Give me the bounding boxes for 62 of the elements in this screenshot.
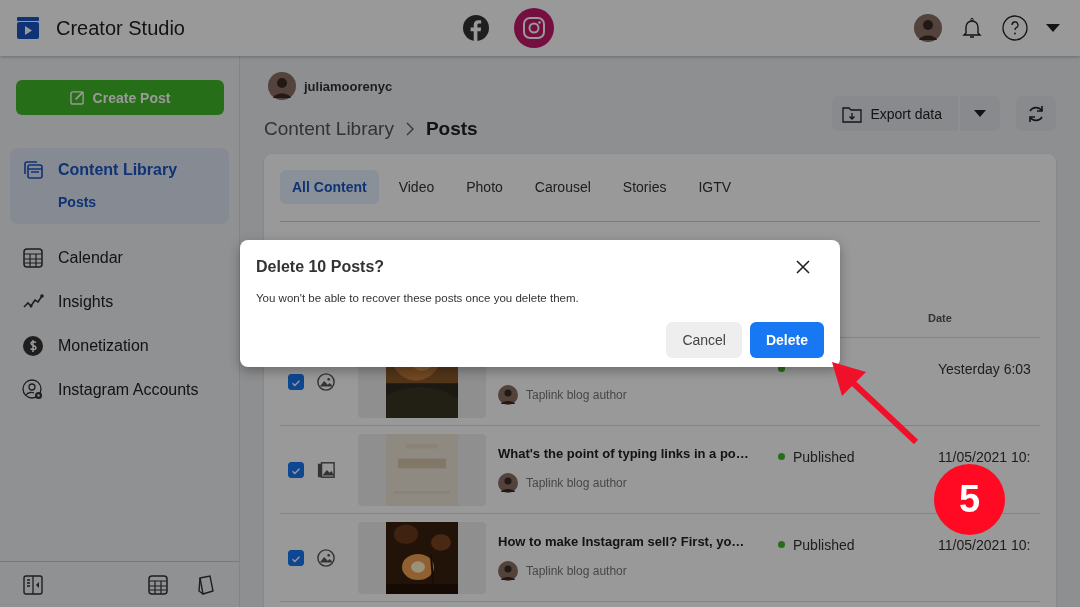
calendar-icon[interactable] xyxy=(147,573,169,596)
post-title[interactable]: How to make Instagram sell? First, yo… xyxy=(498,534,778,549)
post-title[interactable]: What's the point of typing links in a po… xyxy=(498,446,778,461)
dropdown-caret-icon[interactable] xyxy=(1046,24,1060,32)
instagram-icon[interactable] xyxy=(514,8,554,48)
refresh-button[interactable] xyxy=(1016,96,1056,131)
collapse-sidebar-icon[interactable] xyxy=(22,573,44,596)
caret-icon xyxy=(974,110,986,117)
status-dot xyxy=(778,541,785,548)
content-library-icon xyxy=(22,159,44,181)
avatar-icon xyxy=(498,473,518,493)
column-header[interactable]: Date xyxy=(928,312,952,324)
avatar-icon xyxy=(268,72,296,100)
tab[interactable]: IGTV xyxy=(686,170,744,204)
app-title: Creator Studio xyxy=(56,16,185,40)
tab[interactable]: Carousel xyxy=(522,170,603,204)
dialog-title: Delete 10 Posts? xyxy=(256,258,385,276)
nav-item[interactable]: Calendar xyxy=(10,236,229,280)
tab[interactable]: Stories xyxy=(610,170,679,204)
author-name: Taplink blog author xyxy=(526,388,627,402)
checkbox[interactable] xyxy=(288,549,304,566)
close-icon[interactable] xyxy=(796,260,810,274)
page-title: Posts xyxy=(425,118,478,140)
refresh-icon xyxy=(1026,103,1046,124)
delete-button[interactable]: Delete xyxy=(749,322,824,358)
tab[interactable]: All Content xyxy=(280,170,379,204)
author-name: Taplink blog author xyxy=(526,476,627,490)
dialog-message: You won't be able to recover these posts once you delete them. xyxy=(256,292,580,304)
export-data-button[interactable]: Export data xyxy=(832,96,958,131)
cancel-button[interactable]: Cancel xyxy=(666,322,742,358)
avatar-icon xyxy=(498,561,518,581)
user-settings-icon xyxy=(22,379,44,401)
post-date: 11/05/2021 10: xyxy=(938,536,1031,553)
status-dot xyxy=(778,453,785,460)
post-status: Published xyxy=(793,536,855,553)
folder-download-icon xyxy=(842,104,863,123)
bell-icon[interactable] xyxy=(960,16,984,40)
calendar-icon xyxy=(22,247,44,269)
nav-item[interactable]: Instagram Accounts xyxy=(10,368,229,412)
chevron-right-icon xyxy=(405,122,414,136)
avatar-icon[interactable] xyxy=(914,14,942,42)
nav-item[interactable]: Content Library xyxy=(10,148,229,192)
nav-item[interactable]: Monetization xyxy=(10,324,229,368)
account-name: juliamoorenyc xyxy=(304,78,393,94)
checkbox[interactable] xyxy=(288,373,304,390)
post-date: Yesterday 6:03 xyxy=(938,360,1031,377)
avatar-icon xyxy=(498,385,518,405)
nav-subitem[interactable]: Posts xyxy=(10,192,229,214)
breadcrumb-link[interactable]: Content Library xyxy=(264,118,394,140)
export-options-button[interactable] xyxy=(960,96,1000,131)
post-status: Published xyxy=(793,448,855,465)
edit-icon xyxy=(69,90,85,105)
tab[interactable]: Video xyxy=(386,170,447,204)
clapperboard-icon xyxy=(16,16,40,40)
dollar-icon xyxy=(22,335,44,357)
tab[interactable]: Photo xyxy=(454,170,515,204)
checkbox[interactable] xyxy=(288,461,304,478)
help-icon[interactable] xyxy=(1002,15,1028,41)
author-name: Taplink blog author xyxy=(526,564,627,578)
nav-item[interactable]: Insights xyxy=(10,280,229,324)
book-icon[interactable] xyxy=(195,573,217,596)
post-date: 11/05/2021 10: xyxy=(938,448,1031,465)
